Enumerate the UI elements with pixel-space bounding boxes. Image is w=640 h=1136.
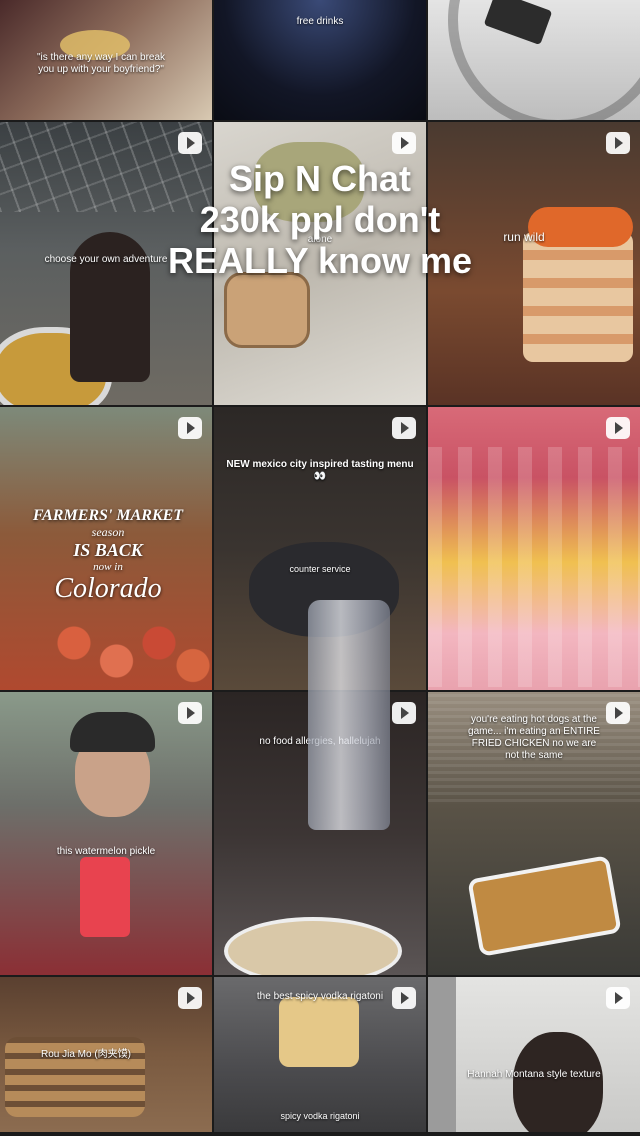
tile-subcaption: counter service	[289, 564, 351, 574]
video-tile-9[interactable]	[428, 407, 640, 690]
sign-line-1: FARMERS' MARKET	[32, 507, 184, 524]
video-tile-7[interactable]: FARMERS' MARKET season IS BACK now in Co…	[0, 407, 212, 690]
video-grid: "is there any way I can break you up wit…	[0, 0, 640, 1136]
greens-shape	[254, 142, 364, 222]
chicken-plate-shape	[467, 855, 622, 957]
farmers-market-sign: FARMERS' MARKET season IS BACK now in Co…	[18, 507, 198, 605]
play-icon	[392, 417, 416, 439]
cake-shape	[523, 232, 633, 362]
play-icon	[606, 702, 630, 724]
video-tile-2[interactable]: free drinks	[214, 0, 426, 120]
sign-line-5: Colorado	[54, 573, 162, 604]
cheese-shape	[279, 997, 359, 1067]
cap-shape	[70, 712, 155, 752]
sign-line-2: season	[91, 525, 125, 539]
video-tile-15[interactable]: Hannah Montana style texture	[428, 977, 640, 1132]
play-icon	[392, 132, 416, 154]
video-tile-12[interactable]: you're eating hot dogs at the game... i'…	[428, 692, 640, 975]
peaches-shape	[40, 607, 210, 690]
video-tile-10[interactable]: this watermelon pickle	[0, 692, 212, 975]
play-icon	[392, 987, 416, 1009]
tile-caption: choose your own adventure	[44, 254, 168, 265]
play-icon	[606, 417, 630, 439]
tile-caption: you're eating hot dogs at the game... i'…	[468, 714, 600, 761]
play-icon	[178, 702, 202, 724]
tile-caption: run wild	[503, 230, 545, 244]
tile-caption: the best spicy vodka rigatoni	[256, 991, 384, 1002]
tile-caption: alone	[307, 234, 333, 245]
tile-caption: "is there any way I can break you up wit…	[36, 52, 166, 75]
bread-shape	[224, 272, 310, 348]
tile-caption: this watermelon pickle	[56, 846, 156, 857]
play-icon	[178, 417, 202, 439]
tile-caption: free drinks	[296, 16, 344, 27]
tile-subcaption: spicy vodka rigatoni	[280, 1111, 360, 1121]
drink-can-overlay	[308, 600, 390, 830]
video-tile-13[interactable]: Rou Jia Mo (肉夹馍)	[0, 977, 212, 1132]
pasta-plate-shape	[224, 917, 402, 975]
video-tile-14[interactable]: the best spicy vodka rigatoni spicy vodk…	[214, 977, 426, 1132]
video-tile-3[interactable]	[428, 0, 640, 120]
tile-caption: Rou Jia Mo (肉夹馍)	[40, 1049, 131, 1060]
play-icon	[392, 702, 416, 724]
play-icon	[606, 987, 630, 1009]
sign-line-3: IS BACK	[73, 540, 143, 560]
video-tile-4[interactable]: choose your own adventure	[0, 122, 212, 405]
video-tile-1[interactable]: "is there any way I can break you up wit…	[0, 0, 212, 120]
video-tile-5[interactable]: alone	[214, 122, 426, 405]
tile-caption: NEW mexico city inspired tasting menu 👀	[226, 459, 414, 482]
sign-line-4: now in	[93, 561, 123, 573]
play-icon	[178, 132, 202, 154]
piping-shape	[428, 447, 640, 687]
tile-border-shape	[428, 977, 456, 1132]
video-tile-6[interactable]: run wild	[428, 122, 640, 405]
drink-cup-shape	[80, 857, 130, 937]
person-hair-shape	[513, 1032, 603, 1132]
play-icon	[606, 132, 630, 154]
tile-caption: Hannah Montana style texture	[467, 1069, 601, 1080]
play-icon	[178, 987, 202, 1009]
